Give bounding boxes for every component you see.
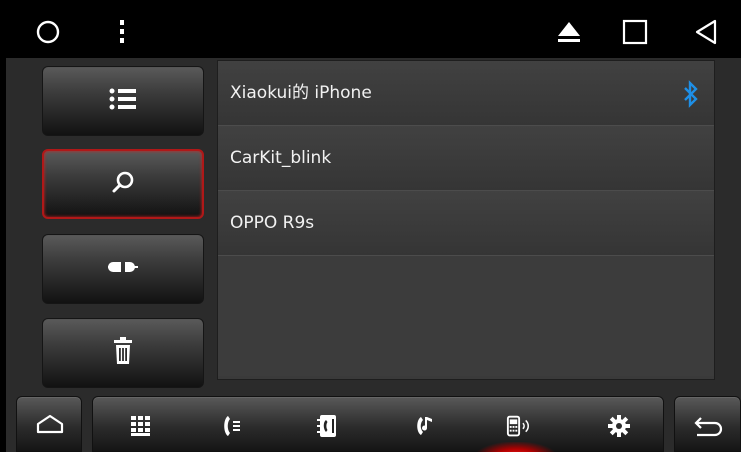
connect-button[interactable] [42,234,204,304]
device-item[interactable]: OPPO R9s [218,191,714,256]
delete-button[interactable] [42,318,204,388]
status-bar [6,6,741,58]
circle-icon[interactable] [30,6,66,58]
device-list: Xiaokui的 iPhone CarKit_blink OPPO R9s [217,60,715,380]
home-button[interactable] [16,396,82,452]
home-icon [35,413,65,439]
device-item[interactable]: CarKit_blink [218,126,714,191]
search-icon [111,170,135,198]
settings-icon[interactable] [604,414,634,438]
dock-bar [92,396,664,452]
active-tab-indicator [476,442,556,452]
music-phone-icon[interactable] [410,414,440,438]
list-icon [108,87,138,115]
phone-bluetooth-icon[interactable] [506,414,536,438]
square-icon[interactable] [615,6,655,58]
return-icon [693,415,723,441]
empty-list-area [218,256,714,376]
more-vertical-icon[interactable] [110,6,134,58]
search-devices-button[interactable] [42,149,204,219]
call-log-icon[interactable] [216,414,246,438]
device-list-button[interactable] [42,66,204,136]
contacts-icon[interactable] [313,414,343,438]
bluetooth-icon [682,80,700,112]
bluetooth-screen: Xiaokui的 iPhone CarKit_blink OPPO R9s [6,6,741,452]
eject-icon[interactable] [551,6,587,58]
return-button[interactable] [674,396,741,452]
device-name: Xiaokui的 iPhone [230,83,372,103]
device-name: OPPO R9s [230,213,315,233]
connect-plug-icon [108,259,138,279]
device-name: CarKit_blink [230,148,332,168]
back-triangle-icon[interactable] [684,6,728,58]
device-item[interactable]: Xiaokui的 iPhone [218,61,714,126]
trash-icon [113,337,133,369]
dialpad-icon[interactable] [126,414,156,438]
